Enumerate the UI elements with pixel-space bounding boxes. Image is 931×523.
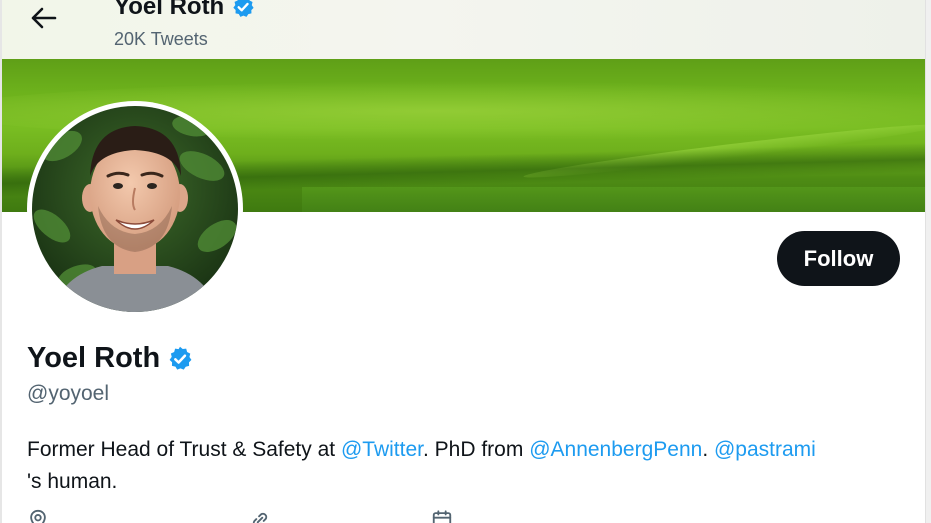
bio-text: 's human. [27, 470, 118, 493]
profile-header-bar: Yoel Roth 20K Tweets [2, 0, 925, 59]
avatar[interactable] [27, 101, 243, 317]
profile-bio: Former Head of Trust & Safety at @Twitte… [27, 434, 907, 498]
location-item [27, 509, 227, 523]
location-text-placeholder [57, 515, 227, 523]
display-name-text: Yoel Roth [27, 342, 161, 374]
verified-badge-icon [233, 0, 254, 17]
banner-foreground-grass [302, 187, 925, 212]
header-tweet-count: 20K Tweets [114, 29, 208, 49]
bio-link-annenbergpenn[interactable]: @AnnenbergPenn [529, 438, 702, 461]
bio-link-twitter[interactable]: @Twitter [341, 438, 423, 461]
profile-display-name: Yoel Roth [27, 342, 194, 375]
profile-page: Yoel Roth 20K Tweets Follow Yoel Roth @y… [0, 0, 931, 523]
profile-handle: @yoyoel [27, 382, 110, 405]
scrollbar-track[interactable] [925, 0, 931, 523]
bio-text: Former Head of Trust & Safety at [27, 438, 341, 461]
bio-text: . [702, 438, 714, 461]
arrow-left-icon [31, 7, 57, 29]
joined-item [431, 509, 461, 523]
back-button[interactable] [24, 2, 64, 34]
header-name: Yoel Roth [114, 0, 225, 20]
calendar-icon [432, 510, 452, 523]
avatar-photo [32, 106, 238, 312]
follow-button[interactable]: Follow [777, 231, 900, 286]
window-left-edge [0, 0, 2, 523]
bio-text: . PhD from [422, 438, 530, 461]
profile-meta-row [27, 509, 483, 523]
profile-photo-illustration [32, 106, 238, 312]
bio-link-pastrami[interactable]: @pastrami [714, 438, 816, 461]
verified-badge-icon[interactable] [166, 345, 194, 373]
header-title: Yoel Roth [114, 0, 256, 21]
website-text-placeholder [279, 515, 409, 523]
website-item[interactable] [249, 509, 409, 523]
location-pin-icon [30, 509, 46, 523]
link-icon [252, 512, 268, 523]
